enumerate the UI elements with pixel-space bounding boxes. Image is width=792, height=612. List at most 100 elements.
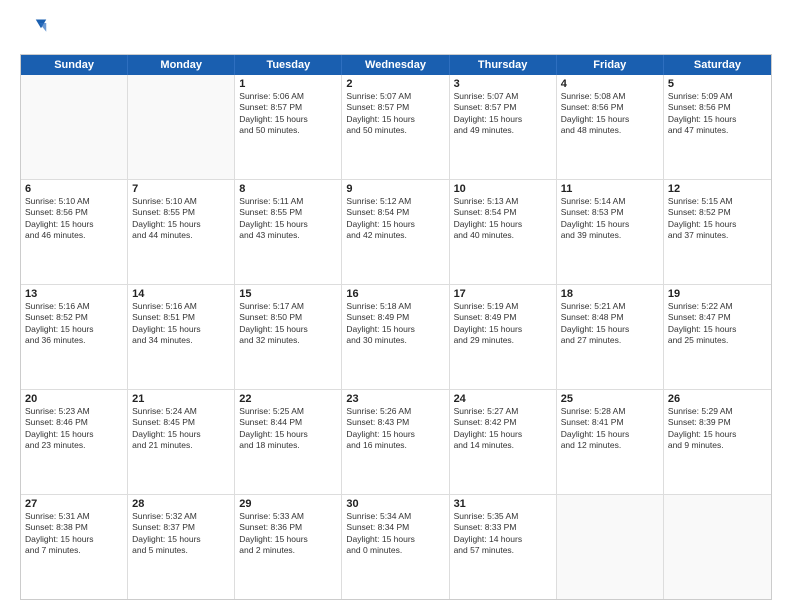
day-number: 8 bbox=[239, 183, 337, 195]
cell-info: Sunrise: 5:33 AMSunset: 8:36 PMDaylight:… bbox=[239, 511, 337, 557]
calendar-row-5: 27Sunrise: 5:31 AMSunset: 8:38 PMDayligh… bbox=[21, 494, 771, 599]
cell-info: Sunrise: 5:22 AMSunset: 8:47 PMDaylight:… bbox=[668, 301, 767, 347]
cell-info: Sunrise: 5:26 AMSunset: 8:43 PMDaylight:… bbox=[346, 406, 444, 452]
cell-info: Sunrise: 5:27 AMSunset: 8:42 PMDaylight:… bbox=[454, 406, 552, 452]
calendar-cell: 28Sunrise: 5:32 AMSunset: 8:37 PMDayligh… bbox=[128, 495, 235, 599]
day-number: 21 bbox=[132, 393, 230, 405]
day-number: 1 bbox=[239, 78, 337, 90]
calendar-cell: 7Sunrise: 5:10 AMSunset: 8:55 PMDaylight… bbox=[128, 180, 235, 284]
day-number: 23 bbox=[346, 393, 444, 405]
calendar-row-1: 1Sunrise: 5:06 AMSunset: 8:57 PMDaylight… bbox=[21, 75, 771, 179]
day-number: 3 bbox=[454, 78, 552, 90]
calendar-row-2: 6Sunrise: 5:10 AMSunset: 8:56 PMDaylight… bbox=[21, 179, 771, 284]
cell-info: Sunrise: 5:10 AMSunset: 8:55 PMDaylight:… bbox=[132, 196, 230, 242]
cell-info: Sunrise: 5:09 AMSunset: 8:56 PMDaylight:… bbox=[668, 91, 767, 137]
day-number: 26 bbox=[668, 393, 767, 405]
calendar-cell: 27Sunrise: 5:31 AMSunset: 8:38 PMDayligh… bbox=[21, 495, 128, 599]
calendar-cell bbox=[128, 75, 235, 179]
day-number: 12 bbox=[668, 183, 767, 195]
calendar-cell: 30Sunrise: 5:34 AMSunset: 8:34 PMDayligh… bbox=[342, 495, 449, 599]
calendar-cell: 10Sunrise: 5:13 AMSunset: 8:54 PMDayligh… bbox=[450, 180, 557, 284]
header-day-thursday: Thursday bbox=[450, 55, 557, 75]
calendar-cell: 25Sunrise: 5:28 AMSunset: 8:41 PMDayligh… bbox=[557, 390, 664, 494]
day-number: 19 bbox=[668, 288, 767, 300]
cell-info: Sunrise: 5:12 AMSunset: 8:54 PMDaylight:… bbox=[346, 196, 444, 242]
day-number: 28 bbox=[132, 498, 230, 510]
calendar-cell: 4Sunrise: 5:08 AMSunset: 8:56 PMDaylight… bbox=[557, 75, 664, 179]
header-day-monday: Monday bbox=[128, 55, 235, 75]
day-number: 22 bbox=[239, 393, 337, 405]
calendar-cell: 15Sunrise: 5:17 AMSunset: 8:50 PMDayligh… bbox=[235, 285, 342, 389]
cell-info: Sunrise: 5:19 AMSunset: 8:49 PMDaylight:… bbox=[454, 301, 552, 347]
calendar-body: 1Sunrise: 5:06 AMSunset: 8:57 PMDaylight… bbox=[21, 75, 771, 599]
cell-info: Sunrise: 5:13 AMSunset: 8:54 PMDaylight:… bbox=[454, 196, 552, 242]
calendar-cell: 24Sunrise: 5:27 AMSunset: 8:42 PMDayligh… bbox=[450, 390, 557, 494]
header-day-saturday: Saturday bbox=[664, 55, 771, 75]
cell-info: Sunrise: 5:34 AMSunset: 8:34 PMDaylight:… bbox=[346, 511, 444, 557]
day-number: 17 bbox=[454, 288, 552, 300]
logo-icon bbox=[20, 16, 48, 44]
calendar-cell: 19Sunrise: 5:22 AMSunset: 8:47 PMDayligh… bbox=[664, 285, 771, 389]
calendar-cell: 2Sunrise: 5:07 AMSunset: 8:57 PMDaylight… bbox=[342, 75, 449, 179]
calendar-cell: 29Sunrise: 5:33 AMSunset: 8:36 PMDayligh… bbox=[235, 495, 342, 599]
header-day-sunday: Sunday bbox=[21, 55, 128, 75]
cell-info: Sunrise: 5:35 AMSunset: 8:33 PMDaylight:… bbox=[454, 511, 552, 557]
day-number: 29 bbox=[239, 498, 337, 510]
day-number: 5 bbox=[668, 78, 767, 90]
day-number: 27 bbox=[25, 498, 123, 510]
day-number: 16 bbox=[346, 288, 444, 300]
cell-info: Sunrise: 5:21 AMSunset: 8:48 PMDaylight:… bbox=[561, 301, 659, 347]
calendar-cell: 13Sunrise: 5:16 AMSunset: 8:52 PMDayligh… bbox=[21, 285, 128, 389]
calendar-cell: 21Sunrise: 5:24 AMSunset: 8:45 PMDayligh… bbox=[128, 390, 235, 494]
header-day-tuesday: Tuesday bbox=[235, 55, 342, 75]
calendar-cell: 3Sunrise: 5:07 AMSunset: 8:57 PMDaylight… bbox=[450, 75, 557, 179]
cell-info: Sunrise: 5:28 AMSunset: 8:41 PMDaylight:… bbox=[561, 406, 659, 452]
day-number: 10 bbox=[454, 183, 552, 195]
day-number: 20 bbox=[25, 393, 123, 405]
day-number: 6 bbox=[25, 183, 123, 195]
calendar-cell: 11Sunrise: 5:14 AMSunset: 8:53 PMDayligh… bbox=[557, 180, 664, 284]
cell-info: Sunrise: 5:31 AMSunset: 8:38 PMDaylight:… bbox=[25, 511, 123, 557]
calendar-cell: 12Sunrise: 5:15 AMSunset: 8:52 PMDayligh… bbox=[664, 180, 771, 284]
day-number: 25 bbox=[561, 393, 659, 405]
cell-info: Sunrise: 5:17 AMSunset: 8:50 PMDaylight:… bbox=[239, 301, 337, 347]
calendar-cell: 5Sunrise: 5:09 AMSunset: 8:56 PMDaylight… bbox=[664, 75, 771, 179]
cell-info: Sunrise: 5:16 AMSunset: 8:52 PMDaylight:… bbox=[25, 301, 123, 347]
header bbox=[20, 16, 772, 44]
calendar-cell: 8Sunrise: 5:11 AMSunset: 8:55 PMDaylight… bbox=[235, 180, 342, 284]
cell-info: Sunrise: 5:11 AMSunset: 8:55 PMDaylight:… bbox=[239, 196, 337, 242]
calendar-header: SundayMondayTuesdayWednesdayThursdayFrid… bbox=[21, 55, 771, 75]
cell-info: Sunrise: 5:32 AMSunset: 8:37 PMDaylight:… bbox=[132, 511, 230, 557]
calendar: SundayMondayTuesdayWednesdayThursdayFrid… bbox=[20, 54, 772, 600]
day-number: 15 bbox=[239, 288, 337, 300]
cell-info: Sunrise: 5:07 AMSunset: 8:57 PMDaylight:… bbox=[454, 91, 552, 137]
cell-info: Sunrise: 5:29 AMSunset: 8:39 PMDaylight:… bbox=[668, 406, 767, 452]
logo bbox=[20, 16, 52, 44]
day-number: 4 bbox=[561, 78, 659, 90]
page: SundayMondayTuesdayWednesdayThursdayFrid… bbox=[0, 0, 792, 612]
calendar-cell: 20Sunrise: 5:23 AMSunset: 8:46 PMDayligh… bbox=[21, 390, 128, 494]
cell-info: Sunrise: 5:25 AMSunset: 8:44 PMDaylight:… bbox=[239, 406, 337, 452]
cell-info: Sunrise: 5:16 AMSunset: 8:51 PMDaylight:… bbox=[132, 301, 230, 347]
day-number: 11 bbox=[561, 183, 659, 195]
cell-info: Sunrise: 5:07 AMSunset: 8:57 PMDaylight:… bbox=[346, 91, 444, 137]
calendar-cell bbox=[557, 495, 664, 599]
calendar-cell: 17Sunrise: 5:19 AMSunset: 8:49 PMDayligh… bbox=[450, 285, 557, 389]
cell-info: Sunrise: 5:24 AMSunset: 8:45 PMDaylight:… bbox=[132, 406, 230, 452]
cell-info: Sunrise: 5:14 AMSunset: 8:53 PMDaylight:… bbox=[561, 196, 659, 242]
day-number: 14 bbox=[132, 288, 230, 300]
day-number: 9 bbox=[346, 183, 444, 195]
day-number: 7 bbox=[132, 183, 230, 195]
cell-info: Sunrise: 5:08 AMSunset: 8:56 PMDaylight:… bbox=[561, 91, 659, 137]
day-number: 13 bbox=[25, 288, 123, 300]
header-day-friday: Friday bbox=[557, 55, 664, 75]
header-day-wednesday: Wednesday bbox=[342, 55, 449, 75]
calendar-cell: 23Sunrise: 5:26 AMSunset: 8:43 PMDayligh… bbox=[342, 390, 449, 494]
calendar-cell: 14Sunrise: 5:16 AMSunset: 8:51 PMDayligh… bbox=[128, 285, 235, 389]
calendar-cell: 9Sunrise: 5:12 AMSunset: 8:54 PMDaylight… bbox=[342, 180, 449, 284]
day-number: 18 bbox=[561, 288, 659, 300]
calendar-cell: 31Sunrise: 5:35 AMSunset: 8:33 PMDayligh… bbox=[450, 495, 557, 599]
cell-info: Sunrise: 5:23 AMSunset: 8:46 PMDaylight:… bbox=[25, 406, 123, 452]
day-number: 31 bbox=[454, 498, 552, 510]
calendar-cell bbox=[21, 75, 128, 179]
